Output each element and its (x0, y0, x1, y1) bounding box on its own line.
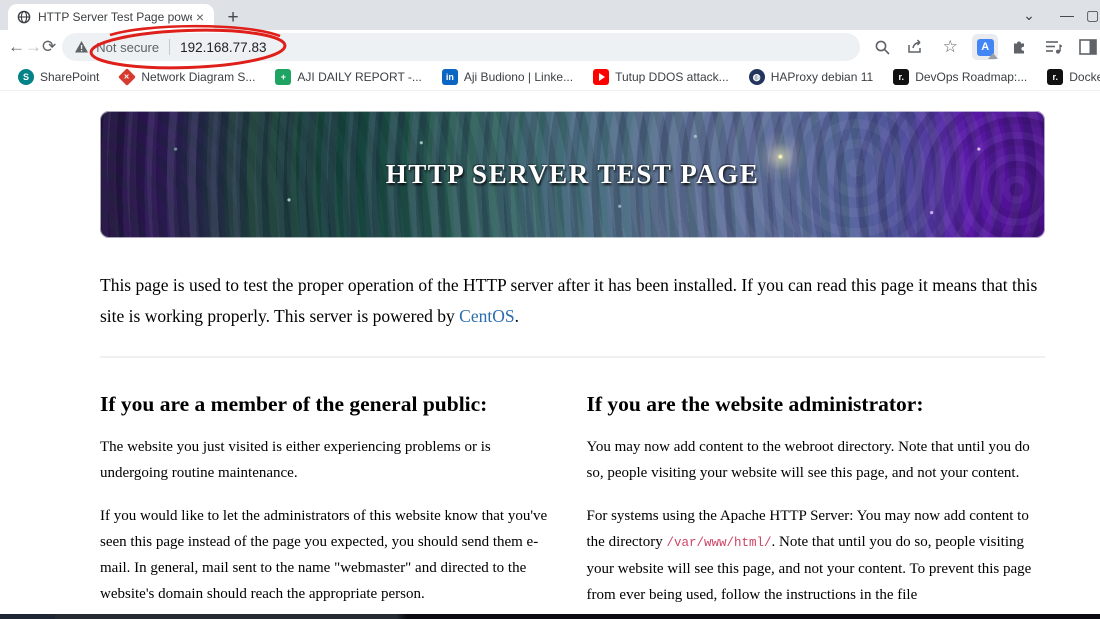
public-paragraph-1: The website you just visited is either e… (100, 439, 491, 481)
share-icon[interactable] (904, 35, 928, 59)
side-panel-icon[interactable] (1076, 35, 1100, 59)
drawio-diagram-icon: ✕ (118, 68, 137, 86)
back-icon[interactable]: ← (8, 34, 25, 60)
security-label: Not secure (96, 39, 160, 55)
test-page-banner-image: HTTP SERVER TEST PAGE (100, 111, 1045, 238)
roadmap-sh-icon: r. (893, 69, 910, 85)
google-sheets-icon: + (275, 69, 292, 85)
admin-paragraph-1: You may now add content to the webroot d… (586, 439, 1030, 481)
bookmark-item[interactable]: Tutup DDOS attack... (585, 66, 737, 88)
tab-title: HTTP Server Test Page powered (38, 10, 192, 24)
bookmark-item[interactable]: in Aji Budiono | Linke... (434, 66, 581, 88)
omnibox-divider (169, 39, 171, 55)
bookmark-star-icon[interactable]: ☆ (938, 35, 962, 59)
tab-close-icon[interactable]: × (192, 9, 208, 25)
tab-search-chevron-icon[interactable]: ⌄ (1010, 0, 1048, 30)
bookmark-label: SharePoint (40, 70, 100, 84)
haproxy-icon: ◍ (748, 69, 765, 85)
bookmark-item[interactable]: S SharePoint (10, 66, 107, 88)
tab-strip: HTTP Server Test Page powered × + ⌄ — ▢ (0, 0, 1100, 30)
centos-link[interactable]: CentOS (459, 306, 514, 326)
bookmark-label: HAProxy debian 11 (770, 70, 874, 84)
bookmark-item[interactable]: ✕ Network Diagram S... (111, 66, 263, 88)
public-heading: If you are a member of the general publi… (100, 392, 488, 416)
web-page-viewport: HTTP SERVER TEST PAGE This page is used … (0, 91, 1100, 619)
refresh-icon[interactable]: ⟳ (42, 34, 56, 60)
address-bar[interactable]: Not secure 192.168.77.83 (62, 33, 861, 61)
bookmark-item[interactable]: r. DevOps Roadmap:... (885, 66, 1035, 88)
bookmark-item[interactable]: + AJI DAILY REPORT -... (267, 66, 429, 88)
roadmap-sh-icon: r. (1047, 69, 1064, 85)
bookmarks-bar: S SharePoint ✕ Network Diagram S... + AJ… (0, 64, 1100, 91)
section-divider (100, 356, 1045, 358)
security-chip[interactable]: Not secure (74, 40, 159, 55)
url-text[interactable]: 192.168.77.83 (180, 40, 266, 55)
bookmark-label: Network Diagram S... (141, 70, 256, 84)
linkedin-icon: in (441, 69, 458, 85)
globe-favicon-icon (17, 10, 31, 24)
new-tab-button[interactable]: + (222, 7, 244, 29)
bookmark-item[interactable]: r. Docker Roadmap -... (1039, 66, 1100, 88)
admin-column: If you are the website administrator: Yo… (587, 368, 1046, 619)
intro-paragraph: This page is used to test the proper ope… (100, 275, 1038, 326)
sharepoint-icon: S (18, 69, 34, 85)
bookmark-label: Aji Budiono | Linke... (463, 70, 574, 84)
banner-title: HTTP SERVER TEST PAGE (385, 159, 760, 189)
browser-tab[interactable]: HTTP Server Test Page powered × (8, 4, 214, 30)
bookmark-label: Docker Roadmap -... (1069, 70, 1100, 84)
not-secure-warning-icon (74, 40, 89, 54)
extensions-puzzle-icon[interactable] (1008, 35, 1032, 59)
translate-icon[interactable]: A (972, 34, 999, 60)
bookmark-label: DevOps Roadmap:... (915, 70, 1028, 84)
search-icon[interactable] (870, 35, 894, 59)
bookmark-item[interactable]: ◍ HAProxy debian 11 (741, 66, 882, 88)
admin-paragraph-2: For systems using the Apache HTTP Server… (586, 508, 1032, 619)
bookmark-label: Tutup DDOS attack... (615, 70, 729, 84)
minimize-button[interactable]: — (1048, 0, 1086, 30)
youtube-icon (593, 69, 610, 85)
taskbar-edge (0, 614, 1100, 619)
maximize-button[interactable]: ▢ (1086, 0, 1100, 30)
admin-heading: If you are the website administrator: (586, 392, 924, 416)
public-paragraph-2: If you would like to let the administrat… (100, 508, 548, 602)
public-column: If you are a member of the general publi… (100, 368, 559, 619)
media-controls-icon[interactable] (1042, 35, 1066, 59)
bookmark-label: AJI DAILY REPORT -... (297, 70, 422, 84)
browser-toolbar: ← → ⟳ Not secure 192.168.77.83 ☆ A (0, 30, 1100, 64)
forward-icon[interactable]: → (25, 34, 42, 60)
